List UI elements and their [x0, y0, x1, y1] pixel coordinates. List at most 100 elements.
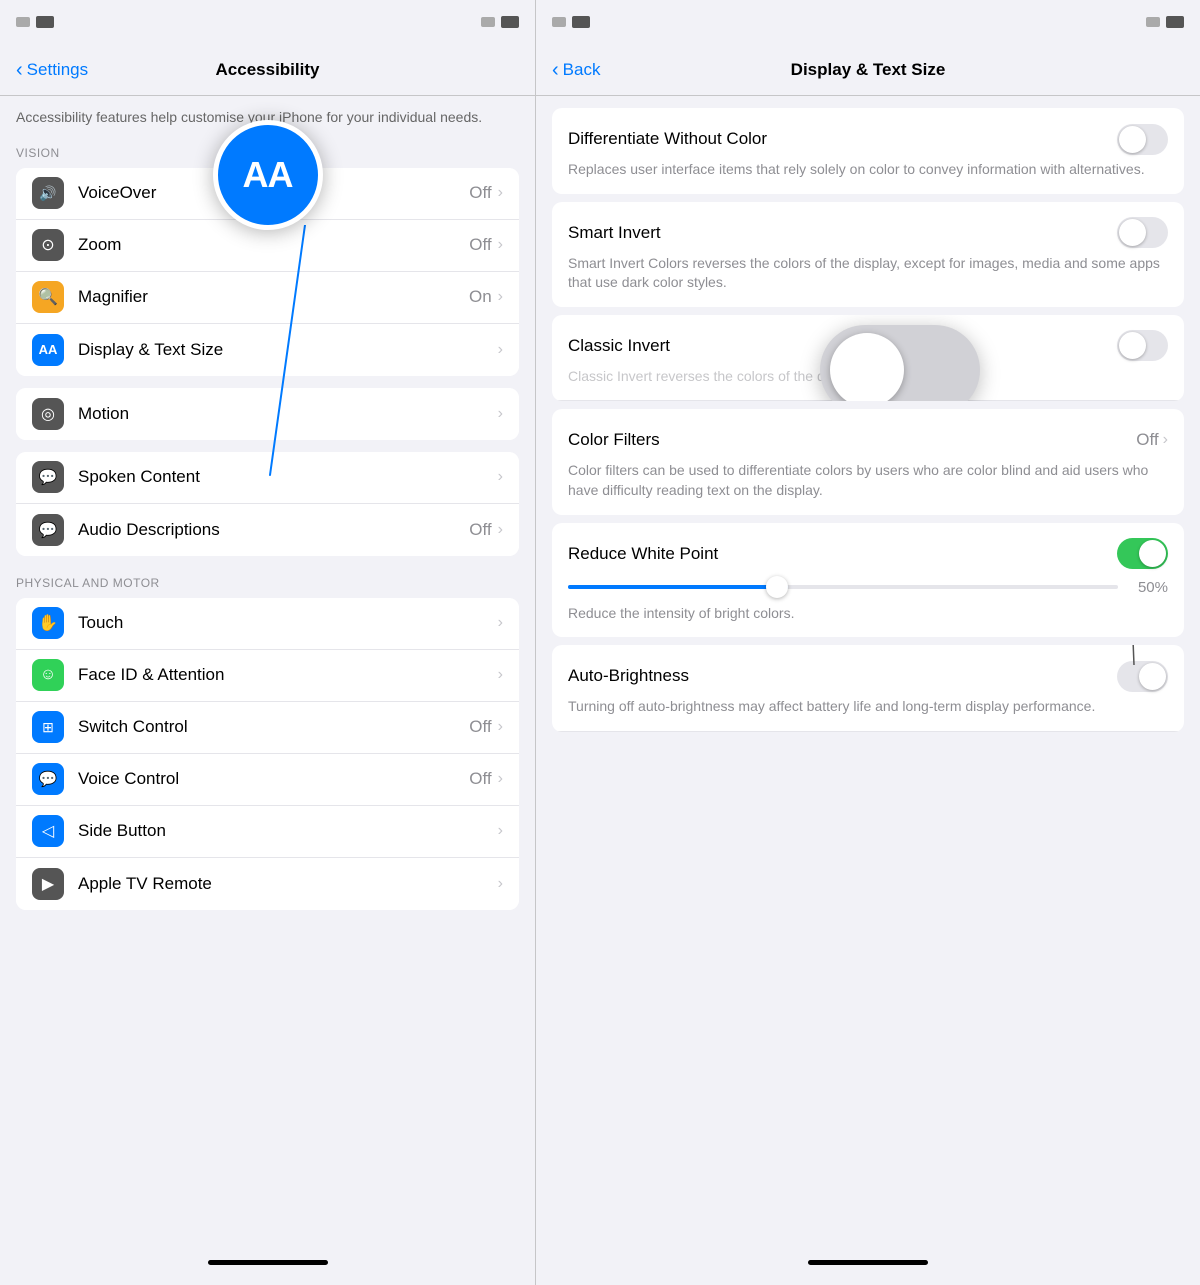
color-filters-section: Color Filters Off › Color filters can be…: [552, 409, 1184, 514]
settings-back-button[interactable]: ‹ Settings: [16, 60, 88, 80]
smart-invert-desc: Smart Invert Colors reverses the colors …: [568, 254, 1168, 293]
faceid-icon: ☺: [32, 659, 64, 691]
status-bar-right-icons: [481, 16, 519, 28]
aa-overlay: AA: [213, 120, 323, 230]
color-filters-title: Color Filters: [568, 430, 660, 450]
right-status-bar: [536, 0, 1200, 44]
side-button-chevron-icon: ›: [498, 822, 503, 840]
appletv-icon: ▶: [32, 868, 64, 900]
physical-list-group: ✋ Touch › ☺ Face ID & Attention › ⊞ Swit…: [16, 598, 519, 910]
magnifier-chevron-icon: ›: [498, 288, 503, 306]
classic-invert-section: Classic Invert Classic Invert reverses t…: [552, 315, 1184, 402]
color-filters-value-group: Off ›: [1136, 430, 1168, 450]
differentiate-section: Differentiate Without Color Replaces use…: [552, 108, 1184, 194]
left-nav-title: Accessibility: [216, 60, 320, 80]
status-icon-4: [501, 16, 519, 28]
side-button-label: Side Button: [78, 821, 498, 841]
audio-descriptions-item[interactable]: 💬 Audio Descriptions Off ›: [16, 504, 519, 556]
differentiate-desc: Replaces user interface items that rely …: [568, 160, 1168, 180]
reduce-white-point-slider-thumb[interactable]: [766, 576, 788, 598]
motion-list-group: ◎ Motion ›: [16, 388, 519, 440]
voice-control-chevron-icon: ›: [498, 770, 503, 788]
appletv-item[interactable]: ▶ Apple TV Remote ›: [16, 858, 519, 910]
reduce-white-point-desc: Reduce the intensity of bright colors.: [568, 604, 1168, 624]
differentiate-toggle-thumb: [1119, 126, 1146, 153]
right-nav-title: Display & Text Size: [791, 60, 946, 80]
right-bottom-area: [536, 1252, 1200, 1285]
faceid-item[interactable]: ☺ Face ID & Attention ›: [16, 650, 519, 702]
reduce-white-point-toggle-thumb: [1139, 540, 1166, 567]
magnifier-value: On: [469, 287, 492, 307]
back-label[interactable]: Settings: [27, 60, 88, 80]
zoom-label: Zoom: [78, 235, 469, 255]
reduce-white-point-slider-track[interactable]: [568, 585, 1118, 589]
left-panel: ‹ Settings Accessibility Accessibility f…: [0, 0, 535, 1285]
right-status-bar-right: [1146, 16, 1184, 28]
spoken-content-chevron-icon: ›: [498, 468, 503, 486]
voice-control-icon: 💬: [32, 763, 64, 795]
auto-brightness-toggle[interactable]: [1117, 661, 1168, 692]
smart-invert-title: Smart Invert: [568, 223, 661, 243]
smart-invert-section: Smart Invert Smart Invert Colors reverse…: [552, 202, 1184, 307]
left-home-indicator: [208, 1260, 328, 1265]
status-icon-2: [36, 16, 54, 28]
spoken-content-item[interactable]: 💬 Spoken Content ›: [16, 452, 519, 504]
display-text-size-item[interactable]: AA Display & Text Size ›: [16, 324, 519, 376]
left-nav-bar: ‹ Settings Accessibility: [0, 44, 535, 96]
display-back-button[interactable]: ‹ Back: [552, 60, 600, 80]
side-button-icon: ◁: [32, 815, 64, 847]
appletv-chevron-icon: ›: [498, 875, 503, 893]
status-bar-left-icons: [16, 16, 54, 28]
toggle-overlay-thumb: [830, 333, 904, 402]
status-icon-1: [16, 17, 30, 27]
right-home-indicator: [808, 1260, 928, 1265]
smart-invert-row: Smart Invert: [568, 216, 1168, 250]
side-button-item[interactable]: ◁ Side Button ›: [16, 806, 519, 858]
magnifier-icon: 🔍: [32, 281, 64, 313]
faceid-chevron-icon: ›: [498, 666, 503, 684]
motion-icon: ◎: [32, 398, 64, 430]
color-filters-desc: Color filters can be used to differentia…: [568, 461, 1168, 500]
status-icon-3: [481, 17, 495, 27]
color-filters-value: Off: [1136, 430, 1158, 450]
voice-control-item[interactable]: 💬 Voice Control Off ›: [16, 754, 519, 806]
spoken-content-icon: 💬: [32, 461, 64, 493]
motion-item[interactable]: ◎ Motion ›: [16, 388, 519, 440]
voice-control-value: Off: [469, 769, 491, 789]
switch-control-item[interactable]: ⊞ Switch Control Off ›: [16, 702, 519, 754]
audio-descriptions-value: Off: [469, 520, 491, 540]
audio-descriptions-chevron-icon: ›: [498, 521, 503, 539]
classic-invert-toggle-thumb: [1119, 332, 1146, 359]
differentiate-toggle[interactable]: [1117, 124, 1168, 155]
voice-control-label: Voice Control: [78, 769, 469, 789]
right-status-bar-left: [552, 16, 590, 28]
left-bottom-area: [0, 1252, 535, 1285]
smart-invert-toggle[interactable]: [1117, 217, 1168, 248]
auto-brightness-toggle-thumb: [1139, 663, 1166, 690]
right-back-label[interactable]: Back: [563, 60, 601, 80]
spoken-list-group: 💬 Spoken Content › 💬 Audio Descriptions …: [16, 452, 519, 556]
voiceover-value: Off: [469, 183, 491, 203]
physical-section-header: PHYSICAL AND MOTOR: [0, 570, 535, 594]
reduce-white-point-title: Reduce White Point: [568, 544, 718, 564]
spoken-content-label: Spoken Content: [78, 467, 498, 487]
color-filters-chevron-icon: ›: [1163, 431, 1168, 449]
auto-brightness-title: Auto-Brightness: [568, 666, 689, 686]
appletv-label: Apple TV Remote: [78, 874, 498, 894]
audio-descriptions-icon: 💬: [32, 514, 64, 546]
color-filters-item[interactable]: Color Filters Off › Color filters can be…: [552, 409, 1184, 514]
display-text-size-chevron-icon: ›: [498, 341, 503, 359]
reduce-white-point-row: Reduce White Point: [568, 537, 1168, 571]
differentiate-item: Differentiate Without Color Replaces use…: [552, 108, 1184, 194]
magnifier-item[interactable]: 🔍 Magnifier On ›: [16, 272, 519, 324]
reduce-white-point-slider-fill: [568, 585, 788, 589]
classic-invert-toggle[interactable]: [1117, 330, 1168, 361]
auto-brightness-section: Auto-Brightness Turning off auto-brightn…: [552, 645, 1184, 732]
switch-control-icon: ⊞: [32, 711, 64, 743]
audio-descriptions-label: Audio Descriptions: [78, 520, 469, 540]
reduce-white-point-toggle[interactable]: [1117, 538, 1168, 569]
classic-invert-toggle-overlay: [820, 325, 980, 402]
zoom-value: Off: [469, 235, 491, 255]
touch-item[interactable]: ✋ Touch ›: [16, 598, 519, 650]
touch-label: Touch: [78, 613, 498, 633]
